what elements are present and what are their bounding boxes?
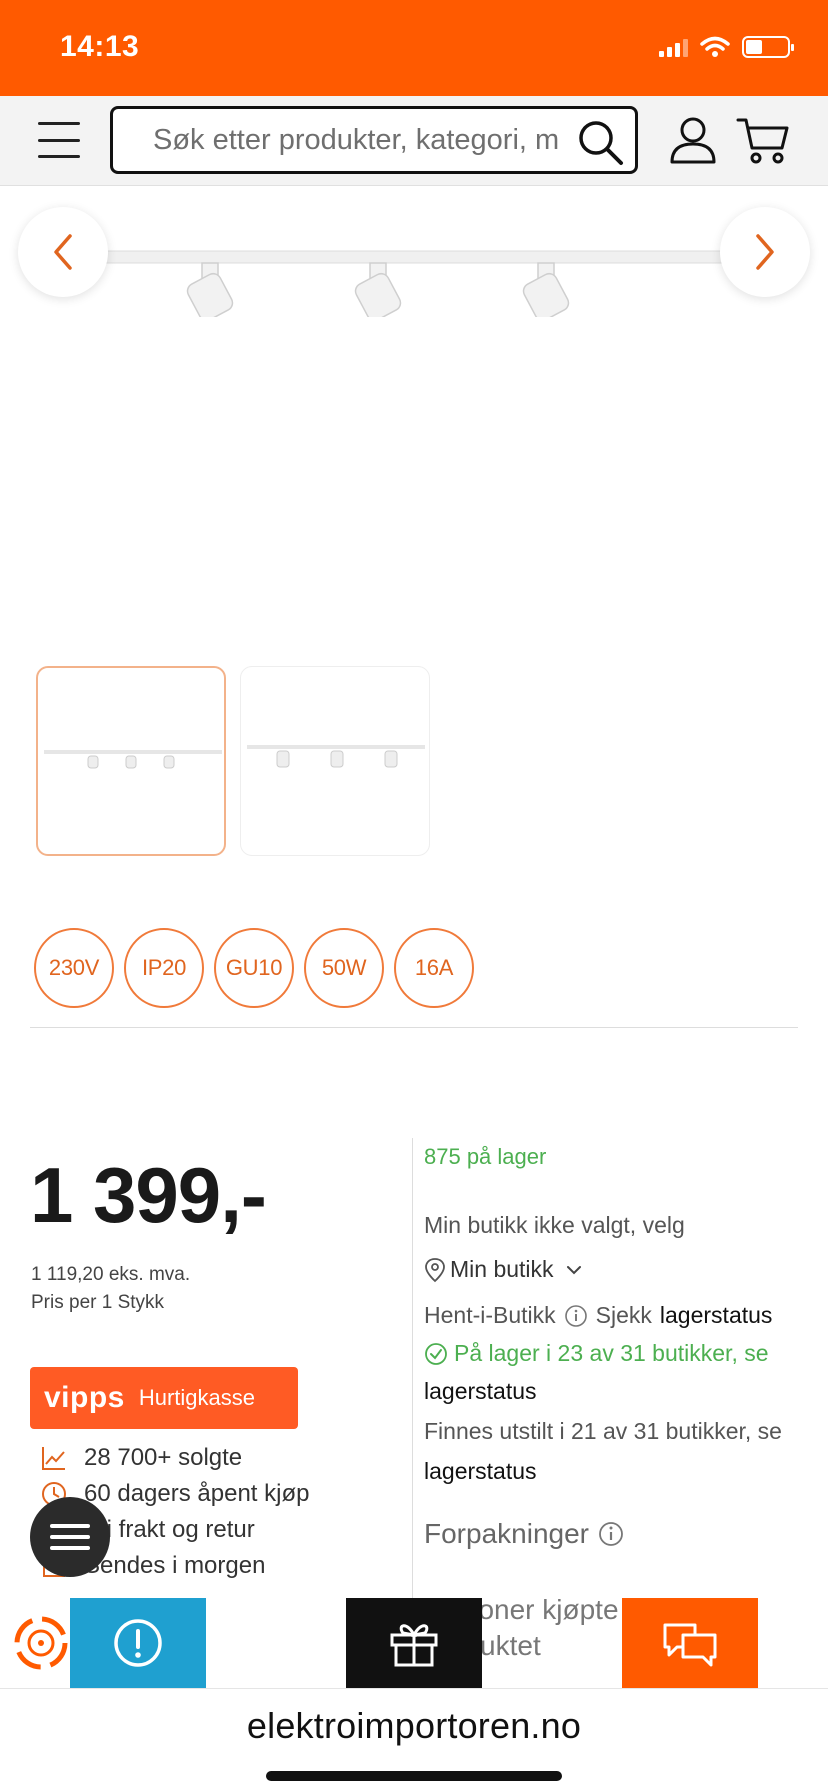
chevron-right-icon bbox=[756, 234, 774, 270]
gift-icon bbox=[390, 1624, 438, 1667]
pickup-label: Hent-i-Butikk bbox=[424, 1302, 556, 1328]
hamburger-menu-button[interactable] bbox=[38, 122, 80, 158]
search-input[interactable] bbox=[153, 109, 573, 171]
packaging-heading[interactable]: Forpakninger bbox=[424, 1518, 625, 1550]
check-stock-link[interactable]: lagerstatus bbox=[660, 1302, 773, 1329]
spec-badge-current: 16A bbox=[394, 928, 474, 1008]
feedback-button[interactable] bbox=[70, 1598, 206, 1688]
chevron-down-icon bbox=[566, 1265, 581, 1274]
packaging-label: Forpakninger bbox=[424, 1518, 589, 1549]
stock-count: 875 på lager bbox=[424, 1144, 547, 1169]
store-not-set-text: Min butikk ikke valgt, velg bbox=[424, 1212, 685, 1238]
thumbnail-image bbox=[44, 750, 222, 769]
exclamation-icon bbox=[114, 1619, 162, 1667]
divider bbox=[30, 1027, 798, 1028]
chat-button[interactable] bbox=[622, 1598, 758, 1688]
site-header bbox=[0, 96, 828, 186]
status-time: 14:13 bbox=[60, 30, 140, 63]
check-label: Sjekk bbox=[595, 1302, 652, 1328]
chat-icon bbox=[663, 1623, 717, 1667]
product-gallery[interactable] bbox=[0, 187, 828, 647]
browser-url-bar[interactable]: elektroimportoren.no bbox=[0, 1688, 828, 1792]
vipps-checkout-button[interactable]: vipps Hurtigkasse bbox=[30, 1367, 298, 1429]
signal-icon bbox=[659, 37, 688, 57]
pickup-row: Hent-i-Butikk Sjekk lagerstatus bbox=[424, 1302, 772, 1329]
in-stock-stores: På lager i 23 av 31 butikker, se bbox=[424, 1340, 769, 1367]
price-ex-vat: 1 119,20 eks. mva. bbox=[31, 1264, 191, 1285]
usp-text: 60 dagers åpent kjøp bbox=[84, 1480, 310, 1507]
info-icon[interactable] bbox=[597, 1520, 625, 1548]
gift-button[interactable] bbox=[346, 1598, 482, 1688]
spec-badge-socket: GU10 bbox=[214, 928, 294, 1008]
check-circle-icon bbox=[425, 1342, 447, 1365]
price-unit: Pris per 1 Stykk bbox=[31, 1292, 165, 1313]
thumbnail-1[interactable] bbox=[36, 666, 226, 856]
my-store-selector[interactable]: Min butikk bbox=[424, 1256, 584, 1283]
spec-badges: 230V IP20 GU10 50W 16A bbox=[34, 928, 474, 1008]
in-stock-text: På lager i 23 av 31 butikker, se bbox=[454, 1340, 769, 1366]
battery-icon bbox=[742, 36, 794, 58]
search-icon[interactable] bbox=[575, 117, 625, 167]
info-icon[interactable] bbox=[564, 1304, 588, 1328]
displayed-text: Finnes utstilt i 21 av 31 butikker, se bbox=[424, 1418, 782, 1444]
vipps-label: Hurtigkasse bbox=[138, 1385, 256, 1410]
floating-menu-button[interactable] bbox=[30, 1497, 110, 1577]
spec-badge-wattage: 50W bbox=[304, 928, 384, 1008]
location-pin-icon bbox=[425, 1257, 445, 1282]
thumbnail-2[interactable] bbox=[240, 666, 430, 856]
usp-text: 28 700+ solgte bbox=[84, 1444, 243, 1471]
my-store-label: Min butikk bbox=[450, 1256, 554, 1282]
user-icon[interactable] bbox=[668, 114, 718, 166]
gallery-prev-button[interactable] bbox=[18, 207, 108, 297]
displayed-link[interactable]: lagerstatus bbox=[424, 1458, 537, 1485]
product-price: 1 399,- bbox=[30, 1151, 267, 1239]
loyalty-widget-icon[interactable] bbox=[12, 1614, 70, 1672]
home-indicator bbox=[266, 1771, 562, 1781]
vipps-logo: vipps bbox=[44, 1381, 125, 1414]
usp-item: 28 700+ solgte bbox=[40, 1440, 309, 1476]
url-text[interactable]: elektroimportoren.no bbox=[0, 1705, 828, 1747]
chevron-left-icon bbox=[54, 234, 72, 270]
usp-text: Sendes i morgen bbox=[84, 1552, 266, 1579]
status-bar: 14:13 bbox=[0, 0, 828, 96]
trend-chart-icon bbox=[42, 1447, 65, 1470]
wifi-icon bbox=[700, 36, 730, 57]
thumbnail-strip bbox=[36, 666, 430, 856]
cart-icon[interactable] bbox=[736, 114, 790, 166]
spec-badge-ip-rating: IP20 bbox=[124, 928, 204, 1008]
search-box[interactable] bbox=[110, 106, 638, 174]
in-stock-link[interactable]: lagerstatus bbox=[424, 1378, 537, 1405]
product-image bbox=[99, 250, 780, 317]
column-divider bbox=[412, 1138, 413, 1598]
spec-badge-voltage: 230V bbox=[34, 928, 114, 1008]
status-icons bbox=[659, 36, 794, 58]
thumbnail-image bbox=[247, 745, 425, 768]
gallery-next-button[interactable] bbox=[720, 207, 810, 297]
